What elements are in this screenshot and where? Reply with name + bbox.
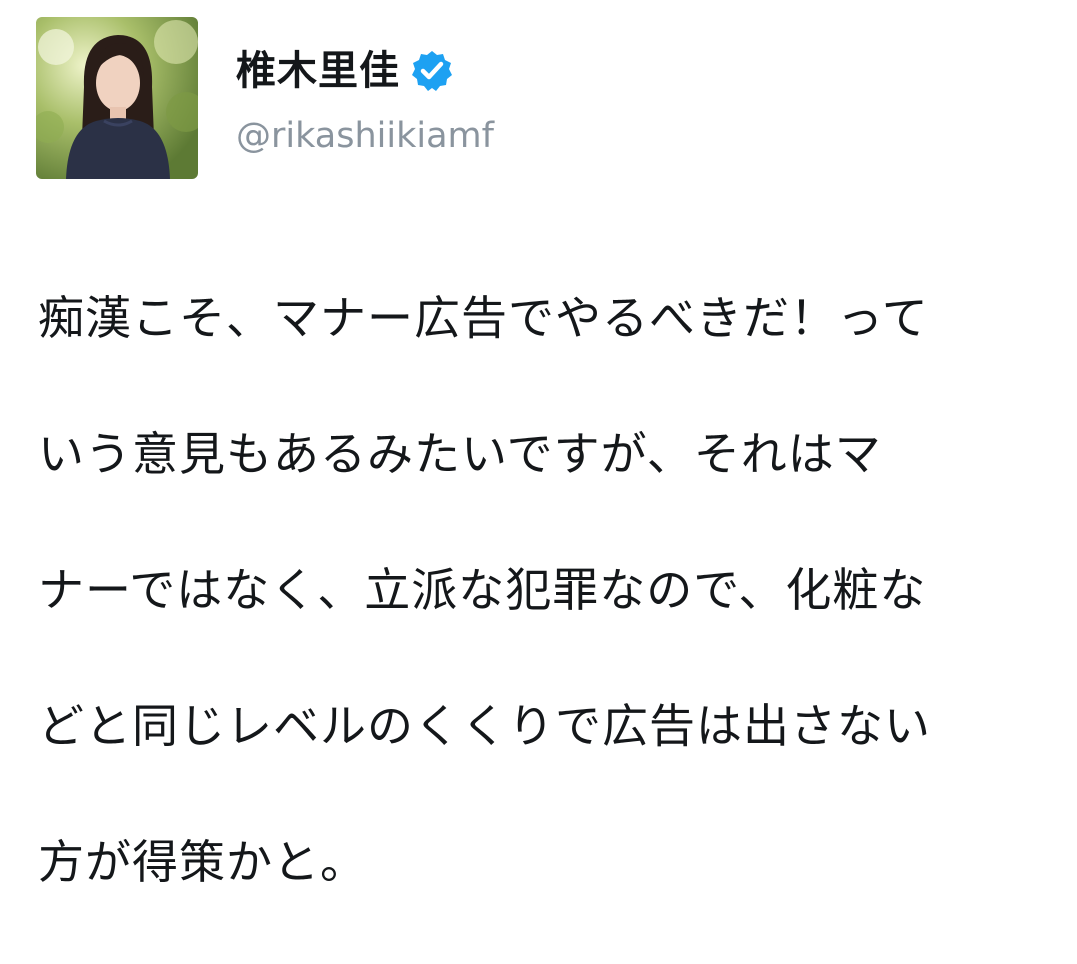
name-row: 椎木里佳 [236,40,494,102]
display-name[interactable]: 椎木里佳 [236,40,400,102]
tweet-text: 痴漢こそ、マナー広告でやるべきだ！って いう意見もあるみたいですが、それはマ ナ… [38,216,1048,964]
avatar[interactable] [36,17,198,179]
tweet-text-line: いう意見もあるみたいですが、それはマ [38,427,882,481]
tweet-text-line: 方が得策かと。 [38,835,367,889]
tweet-text-line: ナーではなく、立派な犯罪なので、化粧な [38,563,927,617]
verified-badge-icon [410,49,454,93]
user-handle[interactable]: @rikashiikiamf [236,114,494,158]
avatar-image [36,17,198,179]
tweet-text-line: 痴漢こそ、マナー広告でやるべきだ！って [38,291,929,345]
tweet-text-line: どと同じレベルのくくりで広告は出さない [38,699,931,753]
tweet-card: 椎木里佳 @rikashiikiamf 痴漢こそ、マナー広告でやるべきだ！って … [0,0,1077,889]
user-info: 椎木里佳 @rikashiikiamf [236,40,494,158]
